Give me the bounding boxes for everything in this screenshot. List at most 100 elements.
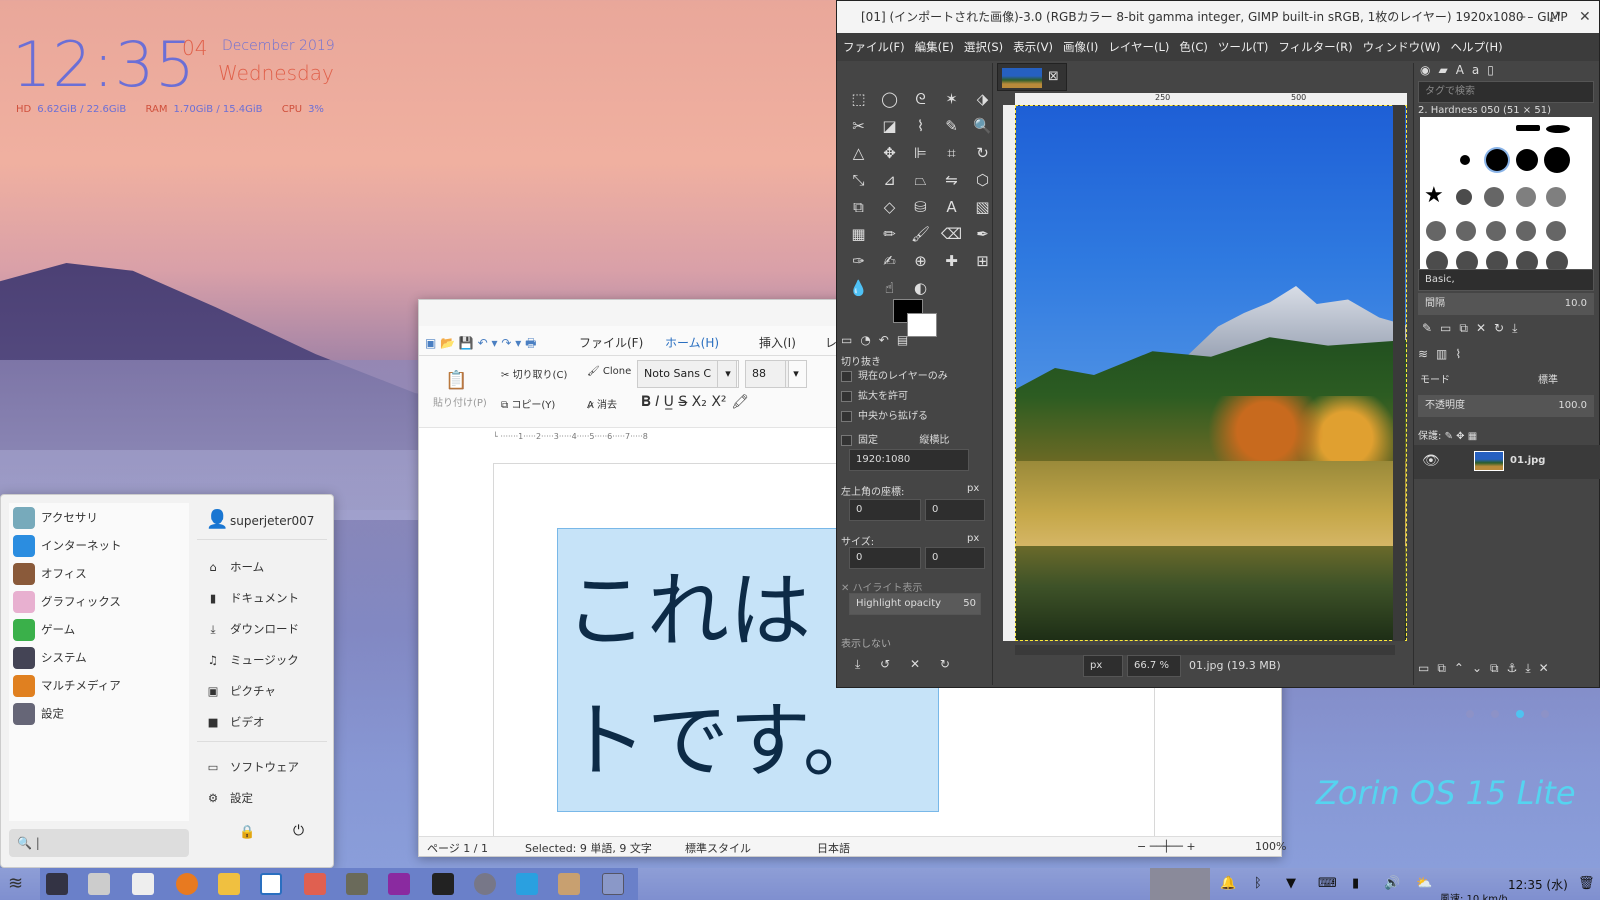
menu-tools[interactable]: ツール(T) (1218, 40, 1269, 54)
brush-swatch[interactable] (1484, 187, 1504, 207)
paths-icon[interactable]: ⌇ (905, 112, 936, 139)
paintbrush-icon[interactable]: 🖌 (905, 220, 936, 247)
origin-x-field[interactable]: 0 (849, 499, 921, 521)
keyboard-icon[interactable]: ⌨ (1318, 876, 1337, 891)
blur-icon[interactable]: 💧 (843, 274, 874, 301)
scale-icon[interactable]: ⤡ (843, 166, 874, 193)
page-style[interactable]: 標準スタイル (685, 840, 751, 856)
format-buttons[interactable]: 𝐁 𝐼 U̲ S̶ X₂ X² 🖍 (641, 394, 749, 410)
option-allow-growing[interactable]: 拡大を許可 (841, 387, 908, 402)
color-picker-icon[interactable]: ✎ (936, 112, 967, 139)
archive-icon[interactable] (218, 873, 240, 895)
settings-button[interactable]: ⚙ 設定 (206, 790, 253, 806)
zoom-slider[interactable]: − ──┼── + (1137, 840, 1196, 853)
category-games[interactable]: ゲーム (13, 619, 75, 641)
menu-view[interactable]: 表示(V) (1013, 40, 1053, 54)
editor-icon[interactable] (132, 873, 154, 895)
category-internet[interactable]: インターネット (13, 535, 122, 557)
highlight-option[interactable]: ✕ ハイライト表示 (841, 579, 922, 594)
align-icon[interactable]: ⊫ (905, 139, 936, 166)
media-player-icon[interactable] (388, 873, 410, 895)
star-brush-icon[interactable]: ★ (1424, 183, 1444, 208)
category-accessories[interactable]: アクセサリ (13, 507, 98, 529)
foreground-icon[interactable]: ◪ (874, 112, 905, 139)
brush-dock-tabs[interactable]: ◉▰Aa▯ (1420, 63, 1502, 77)
cut-button[interactable]: ✂ 切り取り(C) (501, 366, 567, 381)
height-field[interactable]: 0 (925, 547, 985, 569)
paste-icon[interactable]: 📋 (445, 370, 467, 391)
bucket-icon[interactable]: ⛁ (905, 193, 936, 220)
heal-icon[interactable]: ✚ (936, 247, 967, 274)
image-tab[interactable]: ⊠ (997, 63, 1067, 91)
layer-row[interactable]: 👁 01.jpg (1414, 445, 1600, 479)
smudge-icon[interactable]: ☝ (874, 274, 905, 301)
image-canvas[interactable] (1015, 105, 1407, 641)
image-viewer-icon[interactable] (304, 873, 326, 895)
volume-icon[interactable]: 🔊 (1384, 876, 1400, 891)
pencil-icon[interactable]: ✏ (874, 220, 905, 247)
tab-file[interactable]: ファイル(F) (579, 334, 643, 351)
document-text-line2[interactable]: トです。 (565, 674, 885, 793)
category-system[interactable]: システム (13, 647, 87, 669)
writer-icon[interactable] (260, 873, 282, 895)
language[interactable]: 日本語 (817, 840, 850, 856)
box-icon[interactable] (558, 873, 580, 895)
menu-help[interactable]: ヘルプ(H) (1450, 40, 1502, 54)
workspace-dot[interactable] (1466, 710, 1474, 718)
chevron-down-icon[interactable]: ▾ (785, 360, 807, 388)
battery-icon[interactable]: ▮ (1352, 876, 1359, 891)
bell-icon[interactable]: 🔔 (1220, 876, 1236, 891)
size-unit[interactable]: px (967, 533, 979, 544)
brush-swatch[interactable] (1486, 149, 1508, 171)
option-current-layer[interactable]: 現在のレイヤーのみ (841, 367, 948, 382)
brush-swatch[interactable] (1516, 149, 1538, 171)
brush-swatch[interactable] (1544, 147, 1570, 173)
place-videos[interactable]: ■ ビデオ (206, 714, 265, 730)
brush-swatch[interactable] (1546, 221, 1566, 241)
document-text-line1[interactable]: これは (565, 544, 811, 663)
dodge-icon[interactable]: ◐ (905, 274, 936, 301)
vertical-scrollbar[interactable] (1393, 105, 1405, 641)
workspace-dot[interactable] (1516, 710, 1524, 718)
mypaint-icon[interactable]: ✍ (874, 247, 905, 274)
tab-insert[interactable]: 挿入(I) (759, 334, 796, 351)
wifi-icon[interactable]: ▼ (1286, 876, 1296, 891)
clone-icon[interactable]: ⊕ (905, 247, 936, 274)
menu-colors[interactable]: 色(C) (1179, 40, 1208, 54)
menu-layer[interactable]: レイヤー(L) (1108, 40, 1169, 54)
zoom-select[interactable]: 66.7 % (1127, 655, 1181, 677)
opacity-slider[interactable]: 不透明度 100.0 (1418, 395, 1594, 417)
unified-transform-icon[interactable]: ◇ (874, 193, 905, 220)
trash-icon[interactable]: 🗑 (1578, 876, 1595, 891)
menu-select[interactable]: 選択(S) (964, 40, 1003, 54)
lock-position-icon[interactable]: ✥ (1456, 431, 1464, 442)
scissors-icon[interactable]: ✂ (843, 112, 874, 139)
shear-icon[interactable]: ⊿ (874, 166, 905, 193)
pattern-icon[interactable]: ▦ (843, 220, 874, 247)
crop-icon[interactable]: ⌗ (936, 139, 967, 166)
clear-format-button[interactable]: A̷ 消去 (587, 396, 617, 411)
checkbox[interactable] (841, 410, 852, 422)
category-settings[interactable]: 設定 (13, 703, 64, 725)
measure-icon[interactable]: △ (843, 139, 874, 166)
text-icon[interactable]: A (936, 193, 967, 220)
brush-swatch[interactable] (1516, 125, 1540, 131)
zorin-menu-icon[interactable]: ≋ (8, 873, 23, 894)
ellipse-select-icon[interactable]: ◯ (874, 85, 905, 112)
preset-select[interactable]: Basic, (1418, 269, 1594, 291)
origin-y-field[interactable]: 0 (925, 499, 985, 521)
mode-select[interactable]: 標準 (1538, 371, 1558, 386)
brush-swatch[interactable] (1456, 221, 1476, 241)
layer-dock-tabs[interactable]: ≋▥⌇ (1418, 347, 1469, 361)
search-input[interactable]: 🔍 | (9, 829, 189, 857)
checkbox[interactable] (841, 370, 852, 382)
category-multimedia[interactable]: マルチメディア (13, 675, 121, 697)
origin-unit[interactable]: px (967, 483, 979, 494)
aspect-select[interactable]: 縦横比 (919, 435, 949, 446)
option-expand-center[interactable]: 中央から拡げる (841, 407, 928, 422)
workspace-dot[interactable] (1541, 710, 1549, 718)
brush-swatch[interactable] (1460, 155, 1470, 165)
flip-icon[interactable]: ⇋ (936, 166, 967, 193)
category-graphics[interactable]: グラフィックス (13, 591, 121, 613)
lock-alpha-icon[interactable]: ▦ (1468, 431, 1477, 442)
